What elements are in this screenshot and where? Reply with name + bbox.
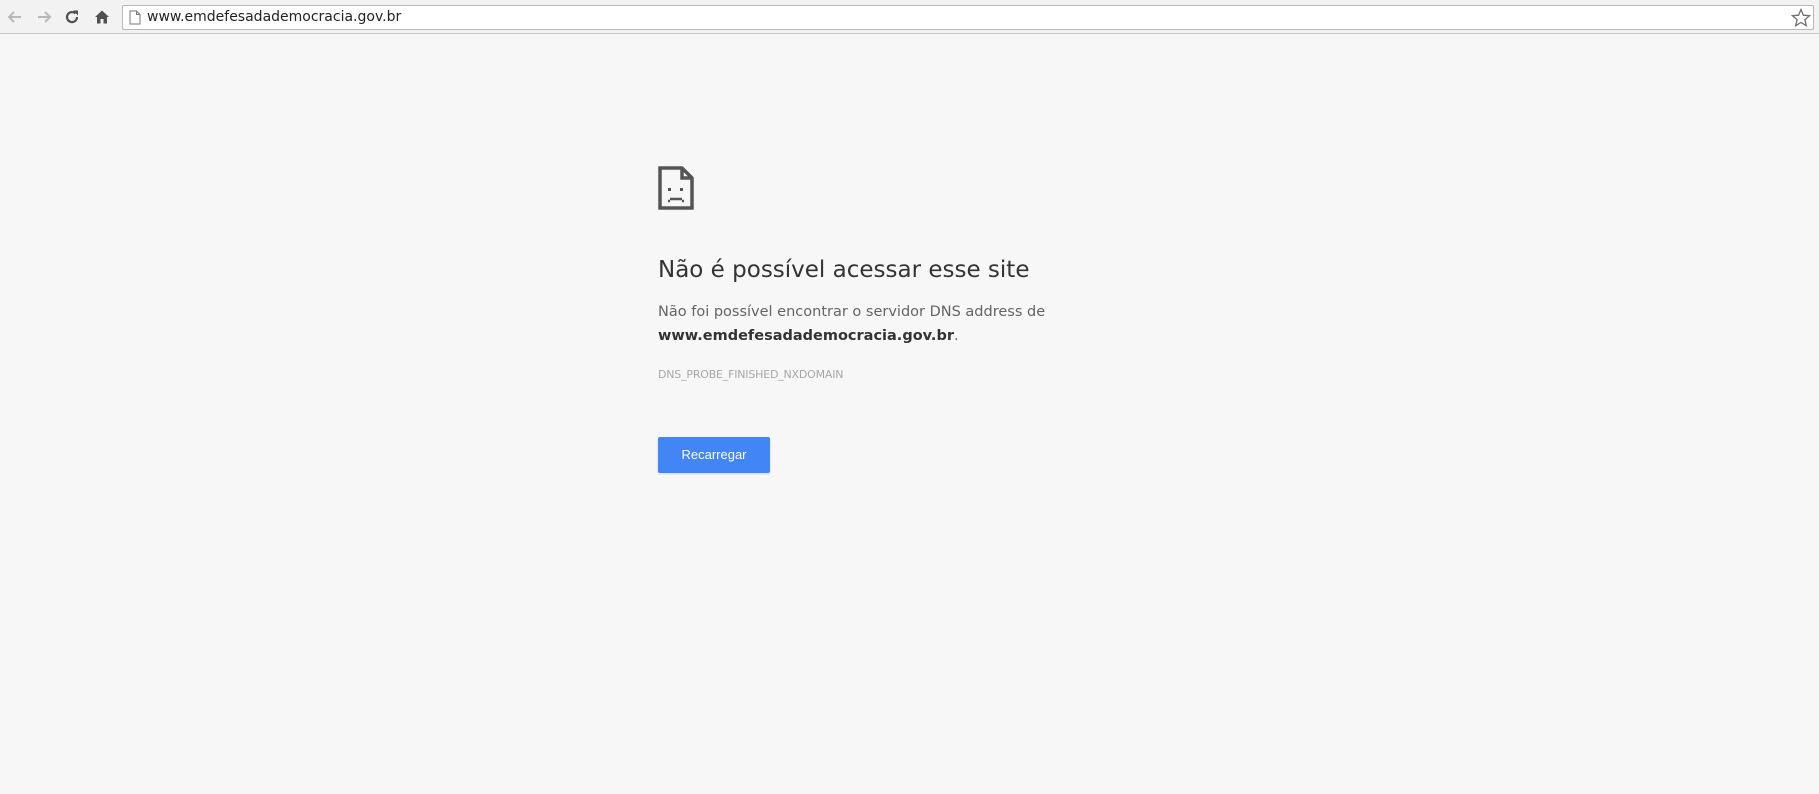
forward-button[interactable]: [33, 6, 55, 28]
arrow-right-icon: [38, 11, 52, 23]
home-icon: [95, 10, 109, 24]
star-icon[interactable]: [1790, 7, 1812, 32]
arrow-left-icon: [7, 11, 21, 23]
sad-document-icon: [658, 166, 694, 214]
error-summary: Não foi possível encontrar o servidor DN…: [658, 300, 1218, 348]
summary-suffix: .: [953, 328, 959, 344]
error-title: Não é possível acessar esse site: [658, 257, 1030, 283]
reload-icon: [65, 10, 79, 24]
back-button[interactable]: [4, 6, 26, 28]
reload-button[interactable]: Recarregar: [658, 437, 770, 473]
page-icon: [129, 10, 141, 29]
home-button[interactable]: [91, 6, 113, 28]
url-text[interactable]: www.emdefesadademocracia.gov.br: [147, 9, 401, 26]
summary-text: Não foi possível encontrar o servidor DN…: [658, 304, 1046, 320]
summary-host: www.emdefesadademocracia.gov.br: [658, 328, 954, 344]
address-bar[interactable]: www.emdefesadademocracia.gov.br: [122, 5, 1814, 30]
browser-toolbar: www.emdefesadademocracia.gov.br: [0, 0, 1819, 34]
error-code: DNS_PROBE_FINISHED_NXDOMAIN: [658, 368, 844, 381]
reload-button-toolbar[interactable]: [61, 6, 83, 28]
